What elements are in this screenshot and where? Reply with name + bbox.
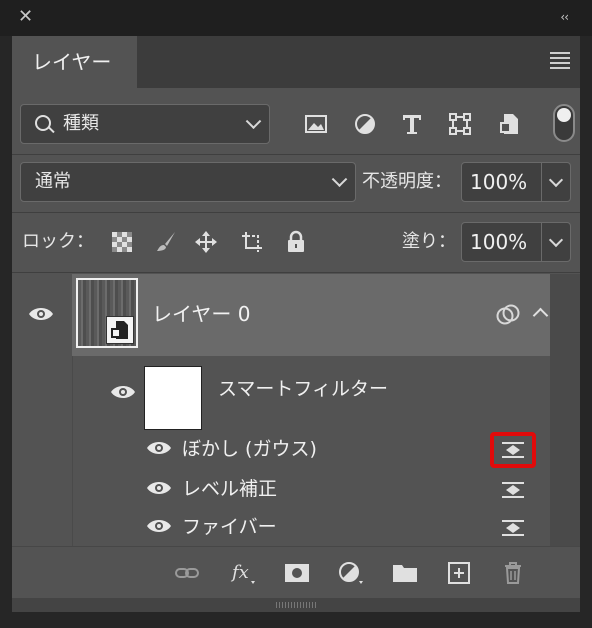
filter-kind-label: 種類: [63, 113, 99, 134]
smart-filter-indicator-icon: [496, 304, 520, 325]
smart-filter-mask-thumbnail[interactable]: [144, 366, 202, 430]
blend-mode-value: 通常: [35, 171, 71, 192]
filter-kind-select[interactable]: 種類: [20, 104, 270, 144]
fill-value: 100%: [470, 230, 528, 254]
fill-dropdown-button[interactable]: [541, 223, 570, 261]
divider: [12, 272, 580, 273]
lock-transparent-pixels-icon[interactable]: [110, 230, 134, 254]
filter-name-gaussian-blur[interactable]: ぼかし (ガウス): [182, 434, 317, 461]
lock-all-padlock-icon[interactable]: [284, 230, 308, 254]
chevron-down-icon: [331, 171, 348, 188]
highlight-box: [490, 432, 536, 468]
layer-name: レイヤー 0: [152, 302, 251, 326]
panel-titlebar: ✕ ‹‹: [0, 0, 592, 36]
svg-text:fx: fx: [230, 562, 249, 583]
opacity-field[interactable]: 100%: [461, 162, 571, 202]
search-icon: [35, 115, 51, 131]
lock-label: ロック：: [22, 231, 94, 252]
divider: [12, 212, 580, 213]
layer-row-layer-0[interactable]: レイヤー 0: [72, 274, 550, 356]
filter-pixel-layers-icon[interactable]: [304, 112, 328, 136]
eye-visibility-icon[interactable]: [146, 518, 172, 534]
eye-visibility-icon[interactable]: [28, 306, 54, 322]
layers-scrollbar-track[interactable]: [550, 274, 580, 546]
filter-toggle-switch[interactable]: [553, 104, 575, 142]
smart-object-badge-icon: [106, 316, 134, 344]
filter-blending-options-icon[interactable]: [502, 518, 524, 538]
lock-position-move-icon[interactable]: [194, 230, 218, 254]
opacity-value: 100%: [470, 170, 528, 194]
lock-artboard-icon[interactable]: [240, 230, 264, 254]
chevron-down-icon: [245, 113, 262, 130]
divider: [12, 154, 580, 155]
lock-row: ロック： 塗り： 100%: [12, 222, 580, 262]
collapse-panel-button[interactable]: ‹‹: [560, 10, 569, 24]
panel-menu-icon[interactable]: [550, 52, 570, 69]
new-layer-icon[interactable]: [446, 561, 472, 585]
filter-adjustment-layers-icon[interactable]: [353, 112, 377, 136]
tab-layers[interactable]: レイヤー: [12, 36, 137, 88]
fill-field[interactable]: 100%: [461, 222, 571, 262]
filter-row: 種類: [12, 104, 580, 144]
eye-visibility-icon[interactable]: [146, 480, 172, 496]
blend-mode-select[interactable]: 通常: [20, 162, 356, 202]
delete-layer-trash-icon[interactable]: [500, 561, 526, 585]
collapse-filters-caret-icon[interactable]: [532, 307, 549, 324]
panel-resize-grip[interactable]: [12, 598, 580, 612]
close-panel-button[interactable]: ✕: [18, 8, 33, 26]
panel-tabbar: レイヤー: [12, 36, 580, 88]
filter-shape-layers-icon[interactable]: [448, 112, 472, 136]
lock-image-pixels-brush-icon[interactable]: [154, 230, 178, 254]
new-group-folder-icon[interactable]: [392, 561, 418, 585]
opacity-label: 不透明度：: [362, 171, 452, 192]
filter-name-fibers[interactable]: ファイバー: [182, 512, 277, 539]
new-adjustment-layer-icon[interactable]: [338, 561, 364, 585]
filter-smart-objects-icon[interactable]: [498, 112, 522, 136]
smart-filter-label: スマートフィルター: [218, 378, 389, 400]
link-layers-icon[interactable]: [174, 561, 200, 585]
layer-thumbnail: [76, 278, 138, 348]
blend-row: 通常 不透明度： 100%: [12, 162, 580, 202]
eye-visibility-icon[interactable]: [146, 440, 172, 456]
layers-panel: レイヤー 種類 通常 不透明度： 100% ロック： 塗り： 100% レイヤー…: [12, 36, 580, 612]
layers-panel-window: ✕ ‹‹ レイヤー 種類 通常 不透明度： 100% ロック： 塗り： 100%…: [0, 0, 592, 628]
fill-label: 塗り：: [402, 231, 456, 252]
layers-bottom-toolbar: fx: [12, 546, 580, 599]
add-layer-mask-icon[interactable]: [284, 561, 310, 585]
eye-visibility-icon[interactable]: [110, 384, 136, 400]
filter-blending-options-icon[interactable]: [502, 480, 524, 500]
opacity-dropdown-button[interactable]: [541, 163, 570, 201]
filter-name-levels[interactable]: レベル補正: [182, 474, 277, 501]
filter-type-layers-icon[interactable]: [400, 112, 424, 136]
layers-list: レイヤー 0 スマートフィルター ぼかし (ガウス) レベル補正 ファイバー: [12, 274, 580, 546]
layer-style-fx-icon[interactable]: fx: [230, 561, 256, 585]
